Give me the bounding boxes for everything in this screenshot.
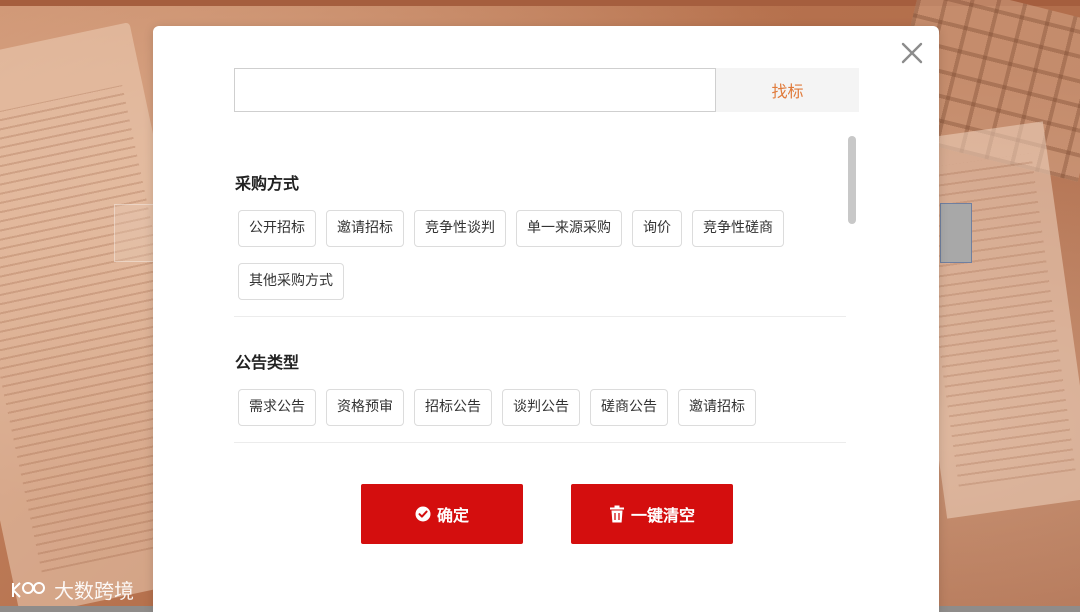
close-button[interactable] [899,40,925,66]
filter-dialog: 找标 采购方式 公开招标 邀请招标 竞争性谈判 单一来源采购 询价 竞争性磋商 … [153,26,939,612]
close-icon [901,42,923,64]
section-title: 采购方式 [235,174,300,193]
section-title: 公告类型 [235,353,300,372]
tag-option[interactable]: 单一来源采购 [516,210,622,247]
section-purchase-method: 采购方式 公开招标 邀请招标 竞争性谈判 单一来源采购 询价 竞争性磋商 其他采… [234,170,849,317]
confirm-label: 确定 [436,506,469,525]
tag-option[interactable]: 磋商公告 [590,389,668,426]
tag-option[interactable]: 竞争性谈判 [414,210,506,247]
clear-all-label: 一键清空 [630,506,695,525]
search-button[interactable]: 找标 [716,68,859,112]
scrollbar[interactable] [848,136,858,456]
tag-list: 需求公告 资格预审 招标公告 谈判公告 磋商公告 邀请招标 [234,389,849,442]
watermark-logo-icon [12,581,45,598]
section-notice-type: 公告类型 需求公告 资格预审 招标公告 谈判公告 磋商公告 邀请招标 [234,349,849,443]
background-search-button [940,203,972,263]
section-divider [234,316,846,317]
search-bar: 找标 [234,68,859,112]
background-search-field [114,204,154,262]
dialog-actions: 确定 一键清空 [361,484,733,544]
search-input[interactable] [234,68,716,112]
trash-icon [609,505,624,523]
watermark: 大数跨境 [10,575,134,604]
tag-option[interactable]: 谈判公告 [502,389,580,426]
section-divider [234,442,846,443]
tag-option[interactable]: 竞争性磋商 [692,210,784,247]
tag-option[interactable]: 公开招标 [238,210,316,247]
check-circle-icon [415,506,431,522]
tag-option[interactable]: 其他采购方式 [238,263,344,300]
tag-list: 公开招标 邀请招标 竞争性谈判 单一来源采购 询价 竞争性磋商 其他采购方式 [234,210,849,316]
confirm-button[interactable]: 确定 [361,484,523,544]
clear-all-button[interactable]: 一键清空 [571,484,733,544]
tag-option[interactable]: 邀请招标 [678,389,756,426]
tag-option[interactable]: 资格预审 [326,389,404,426]
watermark-text: 大数跨境 [54,579,134,603]
tag-option[interactable]: 询价 [632,210,682,247]
scrollbar-thumb[interactable] [848,136,856,224]
tag-option[interactable]: 招标公告 [414,389,492,426]
tag-option[interactable]: 需求公告 [238,389,316,426]
filter-content: 采购方式 公开招标 邀请招标 竞争性谈判 单一来源采购 询价 竞争性磋商 其他采… [234,138,849,460]
tag-option[interactable]: 邀请招标 [326,210,404,247]
